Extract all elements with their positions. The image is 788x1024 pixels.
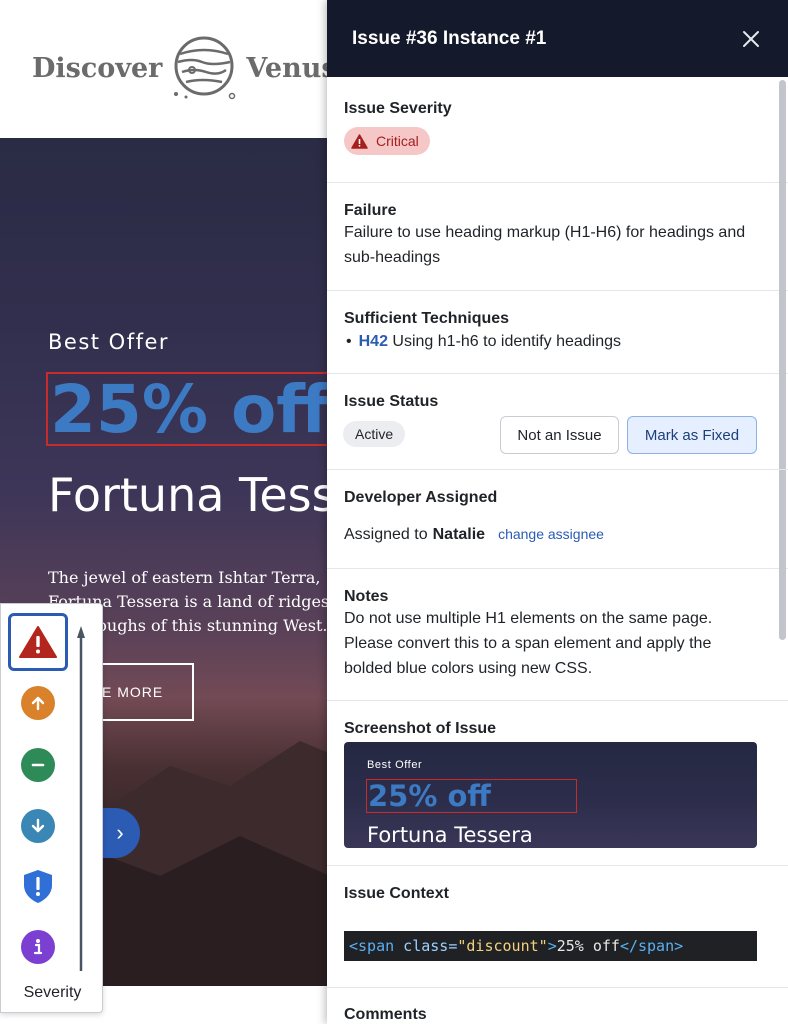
developer-assigned-section: Developer Assigned Assigned to Natalie c…: [327, 470, 788, 569]
technique-item: • H42 Using h1-h6 to identify headings: [344, 333, 758, 351]
severity-minor-button[interactable]: [21, 809, 55, 843]
section-heading: Screenshot of Issue: [344, 720, 497, 737]
arrow-down-icon: [31, 818, 45, 833]
code-open-tag: <span: [349, 937, 395, 955]
code-text: 25% off: [556, 937, 620, 955]
assigned-prefix: Assigned to: [344, 526, 428, 543]
severity-label: Severity: [23, 984, 82, 1001]
severity-info-button[interactable]: [21, 930, 55, 964]
issue-context-section: Issue Context <span class="discount">25%…: [327, 866, 788, 988]
section-heading: Issue Status: [344, 393, 439, 410]
info-icon: [33, 939, 43, 955]
panel-title: Issue #36 Instance #1: [352, 27, 547, 49]
section-heading: Issue Severity: [344, 100, 452, 117]
issue-severity-section: Issue Severity Critical: [327, 77, 788, 183]
bullet: •: [346, 333, 352, 350]
hero-discount-heading: 25% off: [46, 372, 346, 446]
code-attr-value: "discount": [457, 937, 548, 955]
severity-critical-button[interactable]: [8, 613, 68, 671]
code-attr: class=: [394, 937, 458, 955]
severity-moderate-button[interactable]: [21, 748, 55, 782]
change-assignee-link[interactable]: change assignee: [498, 526, 604, 542]
screenshot-title: Fortuna Tessera: [367, 823, 533, 847]
arrow-up-icon: [31, 696, 45, 711]
screenshot-section: Screenshot of Issue Best Offer 25% off F…: [327, 701, 788, 866]
screenshot-discount: 25% off: [366, 779, 577, 813]
severity-serious-button[interactable]: [21, 686, 55, 720]
issue-screenshot-image[interactable]: Best Offer 25% off Fortuna Tessera: [344, 742, 757, 848]
issue-panel: Issue #36 Instance #1 Issue Severity Cri…: [327, 0, 788, 1024]
section-heading: Failure: [344, 202, 397, 219]
shield-icon: [24, 870, 52, 903]
close-icon[interactable]: [742, 30, 760, 48]
section-heading: Developer Assigned: [344, 489, 498, 506]
notes-text: Do not use multiple H1 elements on the s…: [344, 610, 713, 677]
warning-triangle-icon: [19, 626, 57, 658]
section-heading: Notes: [344, 588, 389, 605]
severity-legend: Severity: [0, 603, 103, 1013]
comments-section: Comments: [327, 988, 788, 1024]
minus-icon: [31, 763, 45, 767]
screenshot-eyebrow: Best Offer: [367, 759, 423, 771]
severity-badge-label: Critical: [376, 133, 419, 149]
logo-text-right: Venus: [246, 52, 337, 84]
technique-link[interactable]: H42: [359, 333, 388, 350]
hero-eyebrow: Best Offer: [48, 330, 170, 354]
severity-scale-arrow-icon: [77, 626, 85, 971]
sufficient-techniques-section: Sufficient Techniques • H42 Using h1-h6 …: [327, 291, 788, 374]
failure-section: Failure Failure to use heading markup (H…: [327, 183, 788, 291]
assignee-name: Natalie: [432, 526, 486, 543]
failure-text: Failure to use heading markup (H1-H6) fo…: [344, 224, 746, 266]
mark-as-fixed-button[interactable]: Mark as Fixed: [627, 416, 757, 454]
not-an-issue-button[interactable]: Not an Issue: [500, 416, 619, 454]
technique-text: Using h1-h6 to identify headings: [392, 333, 622, 350]
section-heading: Comments: [344, 1006, 427, 1023]
status-badge: Active: [343, 421, 406, 447]
code-snippet: <span class="discount">25% off</span>: [344, 931, 757, 961]
assignee-row: Assigned to Natalie change assignee: [344, 526, 758, 544]
site-logo[interactable]: Discover Venus: [32, 36, 337, 100]
code-end-tag: </span>: [619, 937, 684, 955]
severity-best-practice-button[interactable]: [21, 869, 55, 903]
issue-status-section: Issue Status Active Not an Issue Mark as…: [327, 374, 788, 470]
section-heading: Issue Context: [344, 885, 449, 902]
planet-icon: [174, 36, 236, 100]
code-bracket: >: [547, 937, 557, 955]
notes-section: Notes Do not use multiple H1 elements on…: [327, 569, 788, 701]
panel-scrollbar[interactable]: [779, 80, 786, 640]
section-heading: Sufficient Techniques: [344, 310, 510, 327]
panel-header: Issue #36 Instance #1: [327, 0, 788, 77]
logo-text-left: Discover: [32, 52, 163, 84]
warning-triangle-icon: [351, 133, 368, 149]
severity-badge: Critical: [344, 127, 430, 155]
